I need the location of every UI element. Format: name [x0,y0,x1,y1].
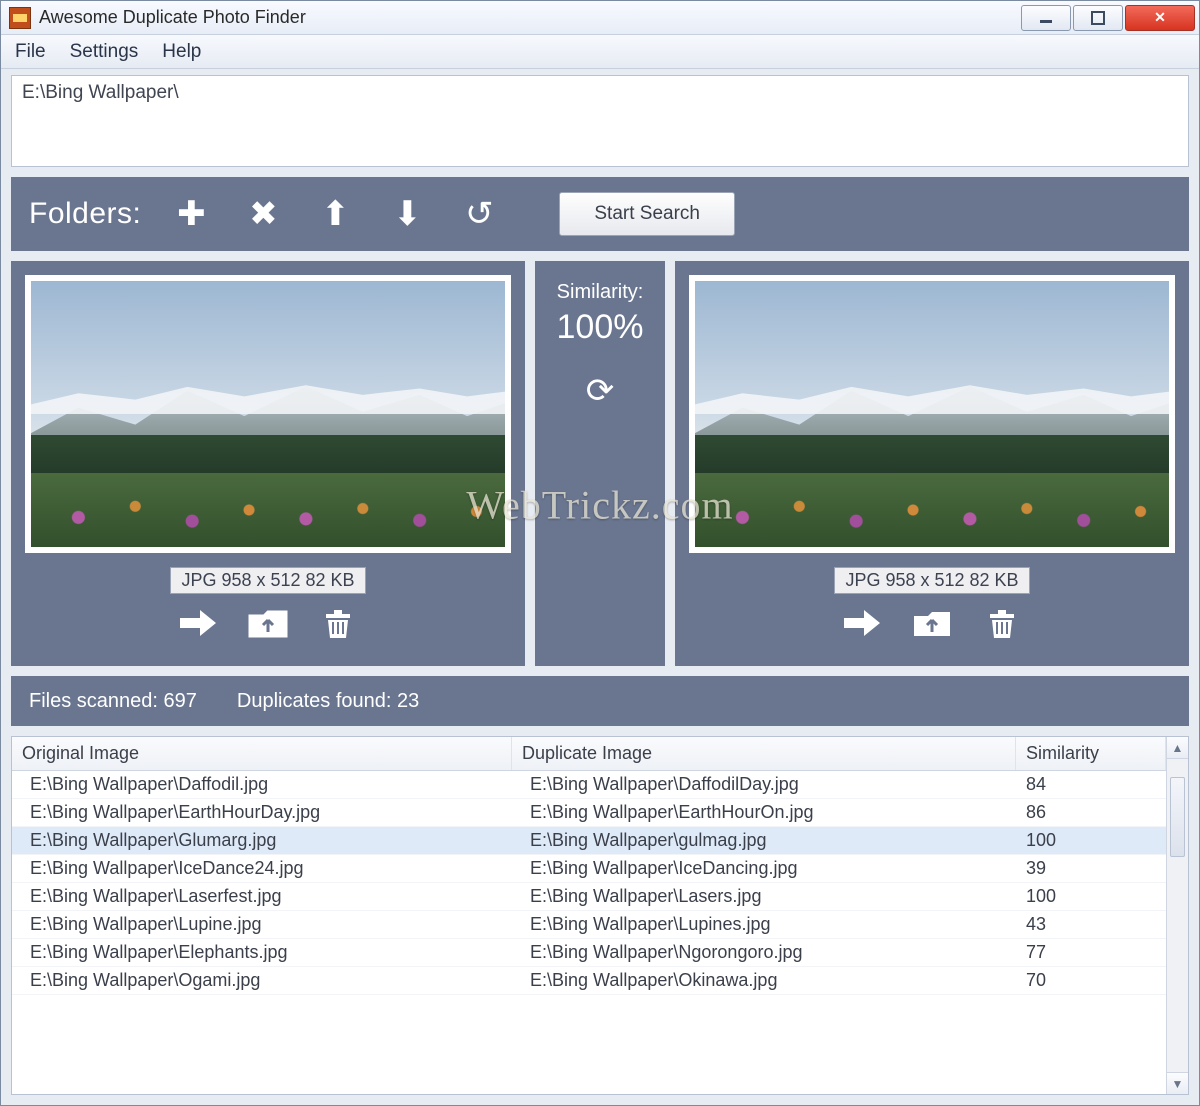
left-next-button[interactable] [178,606,218,648]
arrow-right-icon [842,606,882,640]
duplicates-found: Duplicates found: 23 [237,690,419,713]
cell-duplicate: E:\Bing Wallpaper\IceDancing.jpg [512,855,1016,883]
similarity-label: Similarity: [557,281,644,304]
table-body: E:\Bing Wallpaper\Daffodil.jpgE:\Bing Wa… [12,771,1166,995]
cell-duplicate: E:\Bing Wallpaper\Ngorongoro.jpg [512,939,1016,967]
right-delete-button[interactable] [982,606,1022,648]
cell-original: E:\Bing Wallpaper\IceDance24.jpg [12,855,512,883]
cell-similarity: 70 [1016,967,1166,995]
maximize-button[interactable] [1073,5,1123,31]
cell-original: E:\Bing Wallpaper\EarthHourDay.jpg [12,799,512,827]
arrow-right-icon [178,606,218,640]
menubar: File Settings Help [1,35,1199,69]
folder-list[interactable]: E:\Bing Wallpaper\ [11,75,1189,167]
add-folder-button[interactable]: ✚ [169,197,213,231]
similarity-panel: Similarity: 100% ⟳ [535,261,665,666]
close-icon: ✕ [1154,9,1166,26]
scroll-up-icon[interactable]: ▲ [1167,737,1188,759]
cell-original: E:\Bing Wallpaper\Ogami.jpg [12,967,512,995]
move-up-button[interactable]: ⬆ [313,197,357,231]
right-move-button[interactable] [912,606,952,648]
compare-panels: JPG 958 x 512 82 KB Similarity: 100% [11,261,1189,666]
similarity-value: 100% [557,308,644,347]
col-duplicate[interactable]: Duplicate Image [512,737,1016,770]
results-table: Original Image Duplicate Image Similarit… [11,736,1189,1095]
menu-file[interactable]: File [15,41,46,63]
x-icon: ✖ [249,195,278,233]
cell-duplicate: E:\Bing Wallpaper\Lupines.jpg [512,911,1016,939]
table-row[interactable]: E:\Bing Wallpaper\Ogami.jpgE:\Bing Wallp… [12,967,1166,995]
table-row[interactable]: E:\Bing Wallpaper\EarthHourDay.jpgE:\Bin… [12,799,1166,827]
folders-toolbar: Folders: ✚ ✖ ⬆ ⬇ ↺ Start Search [11,177,1189,251]
status-bar: Files scanned: 697 Duplicates found: 23 [11,676,1189,726]
right-next-button[interactable] [842,606,882,648]
folder-up-icon [912,606,952,640]
folders-label: Folders: [29,197,141,231]
start-search-button[interactable]: Start Search [559,192,735,236]
reset-button[interactable]: ↺ [457,197,501,231]
cell-duplicate: E:\Bing Wallpaper\Lasers.jpg [512,883,1016,911]
app-window: Awesome Duplicate Photo Finder ✕ File Se… [0,0,1200,1106]
col-original[interactable]: Original Image [12,737,512,770]
trash-icon [318,606,358,640]
cell-original: E:\Bing Wallpaper\Daffodil.jpg [12,771,512,799]
minimize-icon [1039,11,1053,25]
maximize-icon [1091,11,1105,25]
folder-up-icon [248,606,288,640]
vertical-scrollbar[interactable]: ▲ ▼ [1166,737,1188,1094]
cell-original: E:\Bing Wallpaper\Laserfest.jpg [12,883,512,911]
arrow-up-icon: ⬆ [321,195,350,233]
left-image-panel: JPG 958 x 512 82 KB [11,261,525,666]
left-delete-button[interactable] [318,606,358,648]
cell-similarity: 84 [1016,771,1166,799]
cell-duplicate: E:\Bing Wallpaper\gulmag.jpg [512,827,1016,855]
refresh-icon: ⟳ [586,372,615,410]
cell-duplicate: E:\Bing Wallpaper\EarthHourOn.jpg [512,799,1016,827]
table-row[interactable]: E:\Bing Wallpaper\Laserfest.jpgE:\Bing W… [12,883,1166,911]
undo-icon: ↺ [465,195,494,233]
cell-original: E:\Bing Wallpaper\Elephants.jpg [12,939,512,967]
table-row[interactable]: E:\Bing Wallpaper\Daffodil.jpgE:\Bing Wa… [12,771,1166,799]
scroll-thumb[interactable] [1170,777,1185,857]
cell-similarity: 77 [1016,939,1166,967]
table-row[interactable]: E:\Bing Wallpaper\Elephants.jpgE:\Bing W… [12,939,1166,967]
left-image-preview[interactable] [25,275,511,553]
plus-icon: ✚ [177,195,206,233]
files-scanned: Files scanned: 697 [29,690,197,713]
table-row[interactable]: E:\Bing Wallpaper\IceDance24.jpgE:\Bing … [12,855,1166,883]
cell-duplicate: E:\Bing Wallpaper\DaffodilDay.jpg [512,771,1016,799]
menu-settings[interactable]: Settings [70,41,139,63]
minimize-button[interactable] [1021,5,1071,31]
cell-similarity: 39 [1016,855,1166,883]
scroll-down-icon[interactable]: ▼ [1167,1072,1188,1094]
left-move-button[interactable] [248,606,288,648]
window-title: Awesome Duplicate Photo Finder [39,7,306,28]
swap-button[interactable]: ⟳ [586,371,615,411]
table-row[interactable]: E:\Bing Wallpaper\Glumarg.jpgE:\Bing Wal… [12,827,1166,855]
left-image-info: JPG 958 x 512 82 KB [170,567,365,594]
right-image-preview[interactable] [689,275,1175,553]
col-similarity[interactable]: Similarity [1016,737,1166,770]
remove-folder-button[interactable]: ✖ [241,197,285,231]
arrow-down-icon: ⬇ [393,195,422,233]
trash-icon [982,606,1022,640]
cell-original: E:\Bing Wallpaper\Glumarg.jpg [12,827,512,855]
move-down-button[interactable]: ⬇ [385,197,429,231]
close-button[interactable]: ✕ [1125,5,1195,31]
cell-similarity: 43 [1016,911,1166,939]
menu-help[interactable]: Help [162,41,201,63]
right-image-info: JPG 958 x 512 82 KB [834,567,1029,594]
titlebar[interactable]: Awesome Duplicate Photo Finder ✕ [1,1,1199,35]
cell-original: E:\Bing Wallpaper\Lupine.jpg [12,911,512,939]
app-icon [9,7,31,29]
cell-similarity: 100 [1016,883,1166,911]
table-header: Original Image Duplicate Image Similarit… [12,737,1166,771]
cell-similarity: 100 [1016,827,1166,855]
cell-similarity: 86 [1016,799,1166,827]
cell-duplicate: E:\Bing Wallpaper\Okinawa.jpg [512,967,1016,995]
table-row[interactable]: E:\Bing Wallpaper\Lupine.jpgE:\Bing Wall… [12,911,1166,939]
folder-path[interactable]: E:\Bing Wallpaper\ [22,82,1178,104]
right-image-panel: JPG 958 x 512 82 KB [675,261,1189,666]
